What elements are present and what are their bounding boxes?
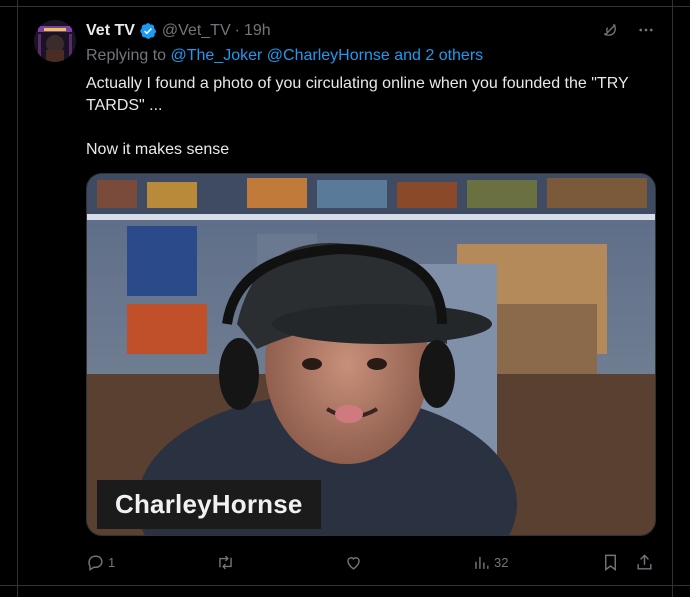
views-count: 32 xyxy=(494,554,509,570)
reply-icon xyxy=(88,554,103,571)
separator: · xyxy=(234,22,240,39)
bookmark-icon xyxy=(605,554,616,571)
retweet-button[interactable] xyxy=(216,553,238,572)
mention-the-joker[interactable]: @The_Joker xyxy=(171,47,263,64)
share-icon xyxy=(637,553,652,570)
avatar[interactable] xyxy=(34,20,76,62)
action-bar: 1 32 xyxy=(86,551,656,573)
grok-icon[interactable] xyxy=(600,20,620,40)
like-button[interactable] xyxy=(344,553,366,572)
replying-prefix: Replying to xyxy=(86,47,167,64)
reply-button[interactable]: 1 xyxy=(86,553,115,572)
views-icon xyxy=(475,556,489,569)
media-caption: CharleyHornse xyxy=(97,480,321,529)
tweet-body: Vet TV @Vet_TV · 19h Replying to @The_Jo… xyxy=(86,20,656,161)
tweet-media[interactable]: CharleyHornse xyxy=(86,173,656,536)
left-border xyxy=(17,0,18,597)
right-border xyxy=(672,0,673,597)
mention-charleyhornse[interactable]: @CharleyHornse xyxy=(267,47,390,64)
tweet-header: Vet TV @Vet_TV · 19h xyxy=(86,20,656,42)
mention-others[interactable]: and 2 others xyxy=(394,47,483,64)
reply-count: 1 xyxy=(108,554,116,570)
bottom-divider xyxy=(0,585,690,586)
tweet-text: Actually I found a photo of you circulat… xyxy=(86,75,629,158)
bookmark-button[interactable] xyxy=(601,553,620,572)
replying-to: Replying to @The_Joker @CharleyHornse an… xyxy=(86,47,656,69)
views-button[interactable]: 32 xyxy=(472,553,508,572)
more-icon[interactable] xyxy=(636,20,656,40)
retweet-icon xyxy=(219,555,232,569)
top-divider xyxy=(0,6,690,7)
author-name[interactable]: Vet TV xyxy=(86,22,135,40)
author-handle[interactable]: @Vet_TV xyxy=(162,22,231,40)
share-button[interactable] xyxy=(635,553,654,572)
header-icons xyxy=(600,20,656,40)
verified-badge-icon xyxy=(140,23,157,39)
timestamp[interactable]: 19h xyxy=(244,22,271,40)
heart-icon xyxy=(347,556,360,570)
